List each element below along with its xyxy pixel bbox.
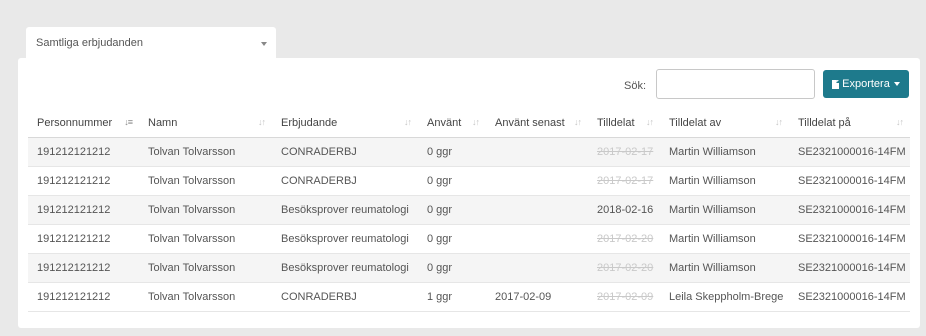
cell-erbjudande: Besöksprover reumatologi — [272, 195, 418, 225]
cell-namn: Tolvan Tolvarsson — [139, 224, 272, 254]
cell-namn: Tolvan Tolvarsson — [139, 137, 272, 167]
cell-personnummer: 191212121212 — [28, 224, 139, 254]
cell-anvant-senast — [486, 224, 588, 254]
export-button[interactable]: Exportera — [823, 70, 909, 98]
document-icon — [832, 79, 840, 89]
table-row[interactable]: 191212121212 Tolvan Tolvarsson Besöksprove… — [28, 224, 910, 254]
cell-tilldelat-av: Leila Skeppholm-Brege — [660, 282, 789, 312]
cell-tilldelat-av: Martin Williamson — [660, 166, 789, 196]
chevron-down-icon — [261, 42, 267, 46]
cell-anvant-senast — [486, 137, 588, 167]
table-header-row: Personnummer ↓≡ Namn ↓↑ Erbjudande ↓↑ Använ… — [28, 108, 910, 138]
cell-personnummer: 191212121212 — [28, 166, 139, 196]
cell-tilldelat-pa: SE2321000016-14FM — [789, 282, 910, 312]
cell-tilldelat: 2017-02-20 — [588, 224, 660, 254]
cell-anvant: 0 ggr — [418, 166, 486, 196]
column-header-tilldelat-pa[interactable]: Tilldelat på ↓↑ — [789, 108, 910, 138]
export-button-label: Exportera — [842, 78, 890, 90]
caret-down-icon — [893, 82, 900, 86]
sort-icon: ↓↑ — [404, 117, 412, 127]
table-row[interactable]: 191212121212 Tolvan Tolvarsson CONRADERBJ 0… — [28, 166, 910, 196]
cell-anvant-senast — [486, 166, 588, 196]
column-header-personnummer[interactable]: Personnummer ↓≡ — [28, 108, 139, 138]
sort-icon: ↓↑ — [646, 117, 654, 127]
column-header-erbjudande[interactable]: Erbjudande ↓↑ — [272, 108, 418, 138]
sort-icon: ↓↑ — [258, 117, 266, 127]
cell-tilldelat-av: Martin Williamson — [660, 195, 789, 225]
cell-tilldelat-pa: SE2321000016-14FM — [789, 195, 910, 225]
cell-erbjudande: CONRADERBJ — [272, 137, 418, 167]
column-header-tilldelat[interactable]: Tilldelat ↓↑ — [588, 108, 660, 138]
cell-anvant-senast — [486, 253, 588, 283]
cell-anvant: 0 ggr — [418, 137, 486, 167]
cell-anvant: 1 ggr — [418, 282, 486, 312]
search-input[interactable] — [656, 69, 815, 99]
cell-namn: Tolvan Tolvarsson — [139, 253, 272, 283]
cell-anvant: 0 ggr — [418, 253, 486, 283]
cell-namn: Tolvan Tolvarsson — [139, 166, 272, 196]
column-header-namn[interactable]: Namn ↓↑ — [139, 108, 272, 138]
sort-asc-icon: ↓≡ — [124, 117, 133, 127]
cell-namn: Tolvan Tolvarsson — [139, 195, 272, 225]
cell-erbjudande: CONRADERBJ — [272, 166, 418, 196]
table-row[interactable]: 191212121212 Tolvan Tolvarsson Besöksprove… — [28, 195, 910, 225]
cell-erbjudande: Besöksprover reumatologi — [272, 253, 418, 283]
cell-personnummer: 191212121212 — [28, 282, 139, 312]
sort-icon: ↓↑ — [775, 117, 783, 127]
sort-icon: ↓↑ — [574, 117, 582, 127]
cell-tilldelat: 2017-02-20 — [588, 253, 660, 283]
cell-personnummer: 191212121212 — [28, 195, 139, 225]
offer-filter-select[interactable]: Samtliga erbjudanden — [26, 27, 276, 58]
cell-tilldelat-pa: SE2321000016-14FM — [789, 224, 910, 254]
cell-tilldelat-av: Martin Williamson — [660, 253, 789, 283]
cell-tilldelat-pa: SE2321000016-14FM — [789, 137, 910, 167]
offers-panel: Sök: Exportera Personnummer ↓≡ Namn ↓↑ Erb… — [18, 58, 920, 328]
column-header-anvant[interactable]: Använt ↓↑ — [418, 108, 486, 138]
table-row[interactable]: 191212121212 Tolvan Tolvarsson Besöksprove… — [28, 253, 910, 283]
cell-anvant: 0 ggr — [418, 195, 486, 225]
cell-anvant: 0 ggr — [418, 224, 486, 254]
search-label: Sök: — [624, 80, 647, 92]
offers-table: Personnummer ↓≡ Namn ↓↑ Erbjudande ↓↑ Använ… — [28, 108, 910, 312]
sort-icon: ↓↑ — [896, 117, 904, 127]
cell-tilldelat: 2017-02-09 — [588, 282, 660, 312]
cell-tilldelat: 2017-02-17 — [588, 137, 660, 167]
cell-erbjudande: CONRADERBJ — [272, 282, 418, 312]
cell-erbjudande: Besöksprover reumatologi — [272, 224, 418, 254]
cell-tilldelat-av: Martin Williamson — [660, 224, 789, 254]
cell-personnummer: 191212121212 — [28, 253, 139, 283]
offer-filter-label: Samtliga erbjudanden — [36, 37, 144, 49]
cell-tilldelat-av: Martin Williamson — [660, 137, 789, 167]
column-header-anvant-senast[interactable]: Använt senast ↓↑ — [486, 108, 588, 138]
cell-personnummer: 191212121212 — [28, 137, 139, 167]
cell-tilldelat-pa: SE2321000016-14FM — [789, 166, 910, 196]
table-row[interactable]: 191212121212 Tolvan Tolvarsson CONRADERBJ 0… — [28, 137, 910, 167]
cell-tilldelat: 2017-02-17 — [588, 166, 660, 196]
cell-namn: Tolvan Tolvarsson — [139, 282, 272, 312]
sort-icon: ↓↑ — [472, 117, 480, 127]
column-header-tilldelat-av[interactable]: Tilldelat av ↓↑ — [660, 108, 789, 138]
cell-tilldelat: 2018-02-16 — [588, 195, 660, 225]
cell-tilldelat-pa: SE2321000016-14FM — [789, 253, 910, 283]
cell-anvant-senast: 2017-02-09 — [486, 282, 588, 312]
cell-anvant-senast — [486, 195, 588, 225]
table-row[interactable]: 191212121212 Tolvan Tolvarsson CONRADERBJ 1… — [28, 282, 910, 312]
